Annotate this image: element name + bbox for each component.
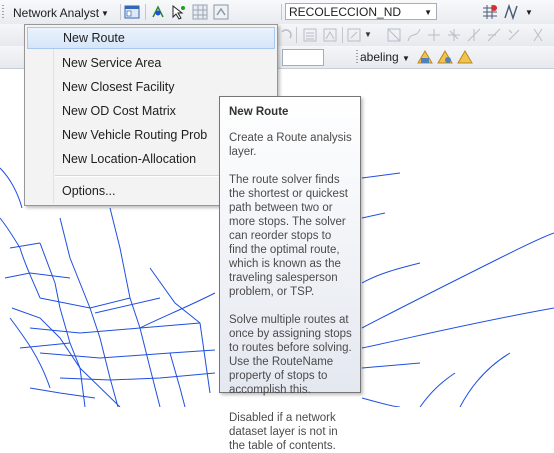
toolbar-separator <box>296 27 297 43</box>
build-network-icon[interactable] <box>192 4 208 20</box>
labeling-dropdown-button[interactable]: abeling ▼ <box>360 49 410 65</box>
menu-item-label: New Vehicle Routing Prob <box>62 128 208 142</box>
toolbar-separator <box>120 4 121 20</box>
scale-combo[interactable] <box>282 49 324 66</box>
network-dataset-value: RECOLECCION_ND <box>289 5 402 19</box>
chevron-down-icon: ▼ <box>424 8 432 17</box>
chevron-down-icon: ▼ <box>402 54 410 63</box>
network-edit-icon[interactable] <box>503 4 519 20</box>
menu-item-label: New Location-Allocation <box>62 152 197 166</box>
network-analyst-dropdown-button[interactable]: Network Analyst ▼ <box>8 2 114 24</box>
network-identify-icon[interactable] <box>482 4 498 20</box>
split-icon[interactable] <box>426 27 442 43</box>
create-features-icon[interactable] <box>346 27 362 43</box>
tooltip-paragraph: Create a Route analysis layer. <box>229 132 352 158</box>
pause-labeling-icon[interactable] <box>457 49 473 65</box>
chevron-down-icon: ▼ <box>101 8 109 18</box>
network-analyst-window-icon[interactable] <box>124 4 140 20</box>
network-analyst-toolbar: Network Analyst ▼ RECOLECCION_ND ▼ ▼ <box>0 0 554 25</box>
menu-item-label: New Route <box>63 31 125 45</box>
toolbar-grip[interactable] <box>356 50 358 64</box>
network-dataset-combo[interactable]: RECOLECCION_ND ▼ <box>285 3 437 20</box>
menu-item-new-service-area[interactable]: New Service Area <box>27 52 275 74</box>
toolbar-separator <box>145 4 146 20</box>
menu-item-label: New Closest Facility <box>62 80 175 94</box>
trim-icon[interactable] <box>506 27 522 43</box>
labeling-label: abeling <box>360 50 399 64</box>
sketch-properties-icon[interactable] <box>322 27 338 43</box>
menu-item-label: New Service Area <box>62 56 162 70</box>
trace-icon[interactable] <box>406 27 422 43</box>
menu-item-label: Options... <box>62 184 116 198</box>
toolbar-overflow-icon[interactable]: ▼ <box>525 8 533 17</box>
toolbar-separator <box>342 27 343 43</box>
lock-labels-icon[interactable] <box>437 49 453 65</box>
new-route-tooltip: New Route Create a Route analysis layer.… <box>219 96 361 452</box>
toolbar-grip[interactable] <box>2 5 4 19</box>
create-network-location-icon[interactable] <box>150 4 166 20</box>
undo-icon[interactable] <box>278 27 294 43</box>
tooltip-title: New Route <box>229 106 289 118</box>
select-move-location-icon[interactable] <box>170 4 186 20</box>
network-analyst-label: Network Analyst <box>13 6 100 20</box>
cross-icon[interactable] <box>446 27 462 43</box>
tooltip-paragraph: Disabled if a network dataset layer is n… <box>229 412 338 452</box>
menu-item-new-route[interactable]: New Route <box>27 27 275 49</box>
tooltip-paragraph: The route solver finds the shortest or q… <box>229 174 348 298</box>
menu-item-label: New OD Cost Matrix <box>62 104 176 118</box>
menu-item-new-closest-facility[interactable]: New Closest Facility <box>27 76 275 98</box>
snapping-icon[interactable] <box>386 27 402 43</box>
label-manager-icon[interactable] <box>417 49 433 65</box>
toolbar-overflow-icon[interactable]: ▼ <box>364 30 372 39</box>
extend-icon[interactable] <box>486 27 502 43</box>
more-tools-icon[interactable] <box>530 27 546 43</box>
tooltip-paragraph: Solve multiple routes at once by assigni… <box>229 314 352 396</box>
toolbar-separator <box>281 4 282 20</box>
attributes-icon[interactable] <box>302 27 318 43</box>
reshape-icon[interactable] <box>466 27 482 43</box>
directions-window-icon[interactable] <box>213 4 229 20</box>
